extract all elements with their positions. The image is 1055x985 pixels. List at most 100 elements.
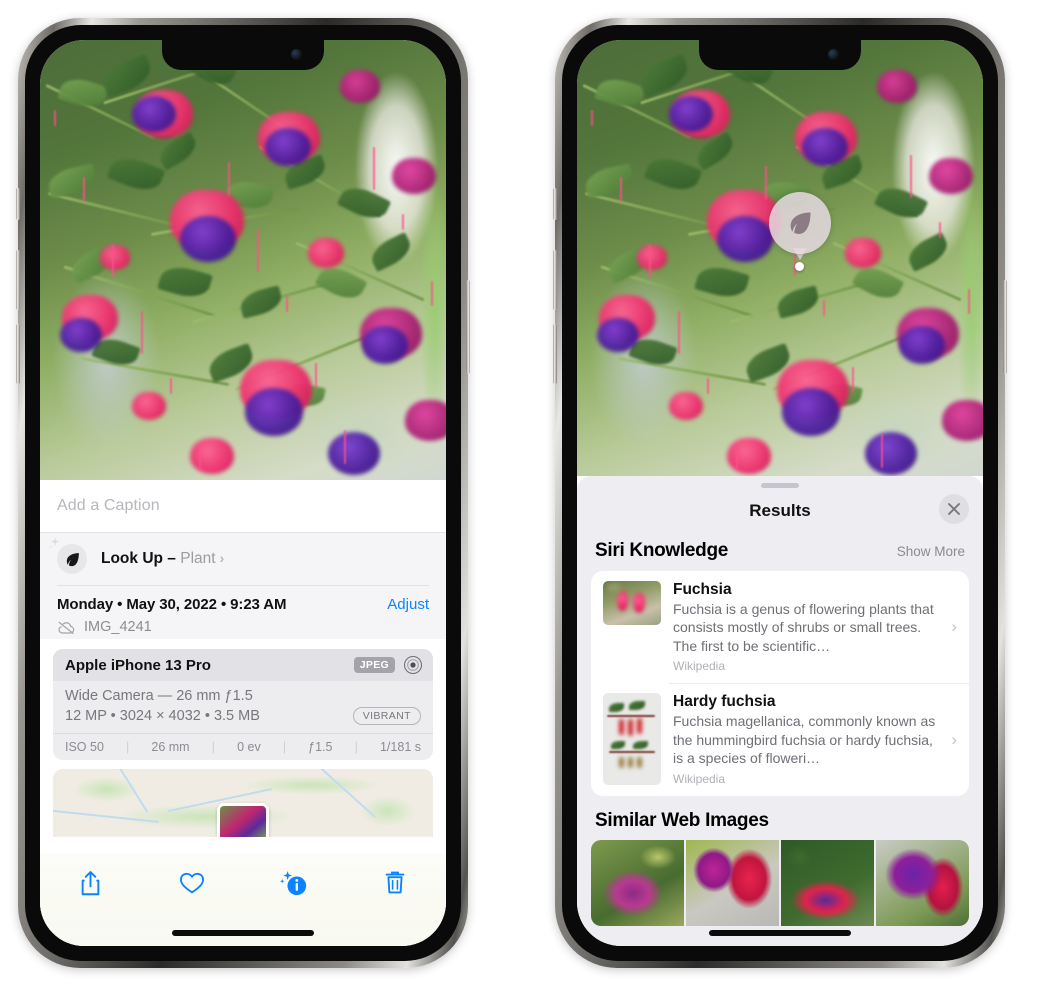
web-image-thumbnail[interactable] <box>591 839 684 926</box>
photo-detail <box>228 162 230 196</box>
knowledge-title: Fuchsia <box>673 581 732 598</box>
photo-detail <box>717 216 773 262</box>
photo-detail <box>431 281 433 306</box>
adjust-button[interactable]: Adjust <box>387 596 429 613</box>
screenshot-root: Add a Caption Look Up – Plant › Monday •… <box>0 0 1055 985</box>
web-image-thumbnail[interactable] <box>781 839 874 926</box>
look-up-label: Look Up – Plant › <box>101 550 224 568</box>
photo-detail <box>736 445 738 470</box>
volume-up-button[interactable] <box>553 250 557 310</box>
photo-detail <box>942 400 983 441</box>
close-button[interactable] <box>939 494 969 524</box>
delete-button[interactable] <box>367 866 423 900</box>
photo-detail <box>83 177 85 202</box>
photo-detail <box>132 392 166 420</box>
photo-detail <box>362 326 408 364</box>
photo-detail <box>54 110 56 126</box>
photo-detail <box>405 400 446 441</box>
side-power-button[interactable] <box>1003 280 1007 374</box>
side-power-button[interactable] <box>466 280 470 374</box>
photo-detail <box>852 367 854 392</box>
volume-up-button[interactable] <box>16 250 20 310</box>
exif-focal: 26 mm <box>151 740 190 754</box>
silent-switch[interactable] <box>16 188 20 220</box>
knowledge-card[interactable]: Fuchsia Fuchsia is a genus of flowering … <box>591 571 969 683</box>
trash-icon <box>385 871 405 894</box>
siri-knowledge-cards: Fuchsia Fuchsia is a genus of flowering … <box>591 571 969 796</box>
lens-icon <box>403 655 423 675</box>
photo-detail <box>328 432 380 475</box>
photo-detail <box>649 244 651 278</box>
web-image-thumbnail[interactable] <box>686 839 779 926</box>
exif-separator: | <box>354 740 358 754</box>
photo-detail <box>308 238 344 268</box>
look-up-subject: Plant <box>180 550 216 567</box>
info-button[interactable] <box>266 866 322 900</box>
phone-right-screen: Results Siri Knowledge Show More Fuchsia… <box>577 40 983 946</box>
capture-date: Monday • May 30, 2022 • 9:23 AM <box>57 596 287 613</box>
sparkle-icon <box>48 537 60 549</box>
share-button[interactable] <box>63 866 119 900</box>
look-up-row[interactable]: Look Up – Plant › <box>48 533 429 585</box>
photo-detail <box>877 70 917 103</box>
photo-detail <box>265 128 311 166</box>
photo-detail <box>373 147 375 190</box>
photo-detail <box>591 110 593 126</box>
share-icon <box>81 870 100 895</box>
photo-detail <box>392 158 436 195</box>
photo-detail <box>340 70 380 103</box>
photo-detail <box>881 434 883 468</box>
camera-info-card[interactable]: Apple iPhone 13 Pro JPEG Wide Camera — 2… <box>53 649 433 760</box>
exif-exposure: 0 ev <box>237 740 261 754</box>
knowledge-source: Wikipedia <box>673 659 726 674</box>
knowledge-card[interactable]: Hardy fuchsia Fuchsia magellanica, commo… <box>591 683 969 795</box>
photo-viewer[interactable] <box>577 40 983 476</box>
exif-row: ISO 50 | 26 mm | 0 ev | ƒ1.5 | 1/181 s <box>53 733 433 760</box>
photo-detail <box>845 238 881 268</box>
caption-field[interactable]: Add a Caption <box>40 480 446 532</box>
photo-detail <box>620 177 622 202</box>
siri-knowledge-header: Siri Knowledge Show More <box>577 534 983 571</box>
phone-left: Add a Caption Look Up – Plant › Monday •… <box>16 18 470 968</box>
leaf-icon <box>48 537 87 574</box>
photo-detail <box>170 378 172 394</box>
favorite-button[interactable] <box>164 866 220 900</box>
filename: IMG_4241 <box>84 619 152 635</box>
photo-detail <box>141 311 143 354</box>
chevron-right-icon: › <box>951 729 957 749</box>
heart-icon <box>180 872 205 894</box>
similar-web-images-row <box>591 839 969 926</box>
photo-detail <box>678 311 680 354</box>
photo-detail <box>707 378 709 394</box>
exif-aperture: ƒ1.5 <box>308 740 333 754</box>
exif-separator: | <box>126 740 130 754</box>
silent-switch[interactable] <box>553 188 557 220</box>
photo-detail <box>199 445 201 470</box>
results-header: Results <box>577 488 983 534</box>
location-map[interactable] <box>53 769 433 837</box>
volume-down-button[interactable] <box>16 324 20 384</box>
results-title: Results <box>749 501 811 520</box>
show-more-button[interactable]: Show More <box>897 544 965 559</box>
front-camera <box>291 49 302 60</box>
photo-detail <box>939 222 941 238</box>
results-sheet: Results Siri Knowledge Show More Fuchsia… <box>577 476 983 946</box>
photo-detail <box>782 388 840 436</box>
home-indicator[interactable] <box>172 930 314 936</box>
photo-viewer[interactable] <box>40 40 446 480</box>
photo-detail <box>765 166 767 200</box>
photo-detail <box>865 432 917 475</box>
knowledge-description: Fuchsia is a genus of flowering plants t… <box>673 601 934 654</box>
lens-line: Wide Camera — 26 mm ƒ1.5 <box>65 688 253 704</box>
web-image-thumbnail[interactable] <box>876 839 969 926</box>
volume-down-button[interactable] <box>553 324 557 384</box>
front-camera <box>828 49 839 60</box>
device-name: Apple iPhone 13 Pro <box>65 656 211 674</box>
knowledge-description: Fuchsia magellanica, commonly known as t… <box>673 713 936 767</box>
photo-detail <box>100 245 130 270</box>
photo-detail <box>344 430 346 464</box>
photo-detail <box>245 388 303 436</box>
visual-look-up-badge[interactable] <box>769 192 831 254</box>
home-indicator[interactable] <box>709 930 851 936</box>
knowledge-thumbnail <box>603 581 661 625</box>
